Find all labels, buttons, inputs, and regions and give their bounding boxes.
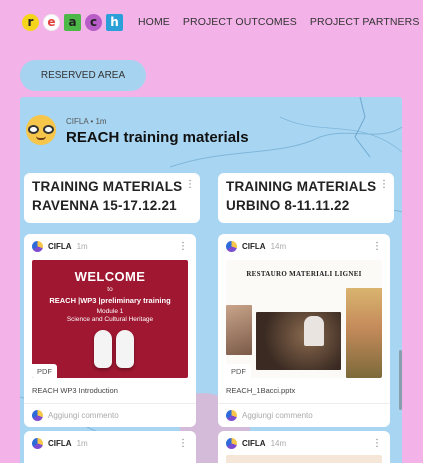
pptx-thumbnail[interactable]: RESTAURO MATERIALI LIGNEI PDF: [226, 260, 382, 378]
pdf-thumbnail[interactable]: WELCOME to REACH |WP3 |preliminary train…: [32, 260, 188, 378]
statue-photo: [226, 305, 252, 355]
cifla-avatar-icon: [226, 438, 237, 449]
more-vertical-icon[interactable]: ⋮: [379, 179, 389, 190]
post-caption: REACH WP3 Introduction: [32, 386, 118, 395]
post-card[interactable]: CIFLA 1m ⋮: [24, 431, 196, 463]
restorer-figure: [304, 316, 324, 346]
post-time: 14m: [270, 242, 287, 251]
post-header: CIFLA 14m ⋮: [218, 431, 390, 449]
sneaker-image: [116, 330, 134, 368]
post-caption: REACH_1Bacci.pptx: [226, 386, 296, 395]
post-header: CIFLA 14m ⋮: [218, 234, 390, 252]
thumb-welcome-topic: Science and Cultural Heritage: [66, 316, 154, 323]
thumb-welcome-subtitle: REACH |WP3 |preliminary training: [49, 296, 171, 305]
more-vertical-icon[interactable]: ⋮: [372, 438, 382, 449]
post-time: 14m: [270, 439, 287, 448]
cifla-avatar-icon: [226, 410, 237, 421]
board-author: CIFLA • 1m: [66, 117, 107, 126]
add-comment-button[interactable]: Aggiungi commento: [24, 404, 196, 427]
reserved-area-button[interactable]: RESERVED AREA: [20, 60, 146, 91]
column-title-line1: TRAINING MATERIALS: [32, 179, 183, 194]
cifla-avatar-icon: [226, 241, 237, 252]
column-title-line2: URBINO 8-11.11.22: [226, 198, 350, 213]
column-header-urbino[interactable]: TRAINING MATERIALS URBINO 8-11.11.22 ⋮: [218, 173, 394, 223]
file-type-badge: PDF: [226, 364, 251, 378]
post-card[interactable]: CIFLA 14m ⋮: [218, 431, 390, 463]
logo-letter-h: h: [106, 13, 123, 31]
logo-letter-a: a: [64, 13, 81, 31]
cifla-avatar-icon: [32, 410, 43, 421]
more-vertical-icon[interactable]: ⋮: [185, 179, 195, 190]
post-time: 1m: [76, 242, 88, 251]
add-comment-button[interactable]: Aggiungi commento: [218, 404, 390, 427]
post-header: CIFLA 1m ⋮: [24, 431, 196, 449]
main-menu: HOME PROJECT OUTCOMES PROJECT PARTNERS: [138, 16, 419, 28]
board-title: REACH training materials: [66, 129, 249, 146]
top-navigation: r e a c h HOME PROJECT OUTCOMES PROJECT …: [0, 0, 423, 44]
more-vertical-icon[interactable]: ⋮: [178, 438, 188, 449]
cifla-avatar-icon: [32, 438, 43, 449]
post-card-restauro[interactable]: CIFLA 14m ⋮ RESTAURO MATERIALI LIGNEI PD…: [218, 234, 390, 427]
restoration-photo: [256, 312, 341, 370]
post-header: CIFLA 1m ⋮: [24, 234, 196, 252]
add-comment-label: Aggiungi commento: [48, 411, 119, 420]
board-header: CIFLA • 1m REACH training materials: [26, 111, 249, 146]
logo-letter-e: e: [43, 13, 60, 31]
post-author: CIFLA: [48, 439, 72, 448]
cifla-avatar-icon: [32, 241, 43, 252]
post-author: CIFLA: [242, 242, 266, 251]
post-author: CIFLA: [48, 242, 72, 251]
board-scrollbar[interactable]: [399, 350, 402, 410]
saint-statue-photo: [346, 288, 382, 378]
nav-project-outcomes[interactable]: PROJECT OUTCOMES: [183, 16, 297, 28]
add-comment-label: Aggiungi commento: [242, 411, 313, 420]
post-thumbnail-preview: [226, 455, 382, 463]
column-title-line1: TRAINING MATERIALS: [226, 179, 377, 194]
padlet-board: CIFLA • 1m REACH training materials TRAI…: [20, 97, 402, 463]
column-title-line2: RAVENNA 15-17.12.21: [32, 198, 177, 213]
sneaker-image: [94, 330, 112, 368]
thumb-welcome-module: Module 1: [96, 308, 124, 315]
more-vertical-icon[interactable]: ⋮: [372, 241, 382, 252]
file-type-badge: PDF: [32, 364, 57, 378]
post-author: CIFLA: [242, 439, 266, 448]
column-header-ravenna[interactable]: TRAINING MATERIALS RAVENNA 15-17.12.21 ⋮: [24, 173, 200, 223]
thumb-welcome-to: to: [107, 286, 113, 293]
reach-logo[interactable]: r e a c h: [22, 13, 123, 31]
post-time: 1m: [76, 439, 88, 448]
nav-project-partners[interactable]: PROJECT PARTNERS: [310, 16, 420, 28]
nav-home[interactable]: HOME: [138, 16, 170, 28]
more-vertical-icon[interactable]: ⋮: [178, 241, 188, 252]
logo-letter-c: c: [85, 13, 102, 31]
nerd-face-icon: [26, 115, 56, 145]
thumb-welcome-title: WELCOME: [74, 269, 146, 284]
logo-letter-r: r: [22, 13, 39, 31]
thumb-restauro-title: RESTAURO MATERIALI LIGNEI: [246, 270, 362, 278]
post-card-welcome[interactable]: CIFLA 1m ⋮ WELCOME to REACH |WP3 |prelim…: [24, 234, 196, 427]
